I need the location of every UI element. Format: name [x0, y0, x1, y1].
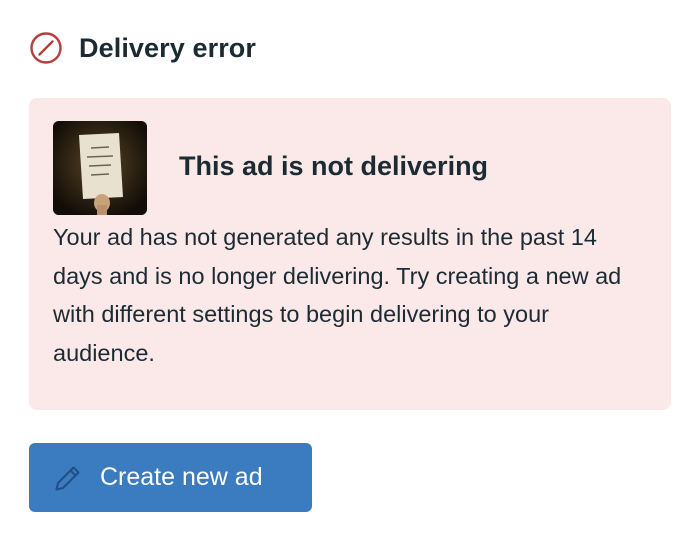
- section-header: Delivery error: [29, 30, 256, 66]
- ad-status-title: This ad is not delivering: [179, 151, 489, 181]
- ad-thumbnail-image: [53, 121, 147, 215]
- ad-status-description: Your ad has not generated any results in…: [53, 224, 622, 366]
- section-title: Delivery error: [79, 32, 257, 63]
- prohibited-circle-icon: [29, 31, 63, 65]
- create-new-ad-button[interactable]: Create new ad: [29, 443, 312, 512]
- pencil-icon: [52, 462, 84, 494]
- create-new-ad-label: Create new ad: [100, 463, 263, 491]
- delivery-error-panel: This ad is not delivering Your ad has no…: [29, 98, 671, 410]
